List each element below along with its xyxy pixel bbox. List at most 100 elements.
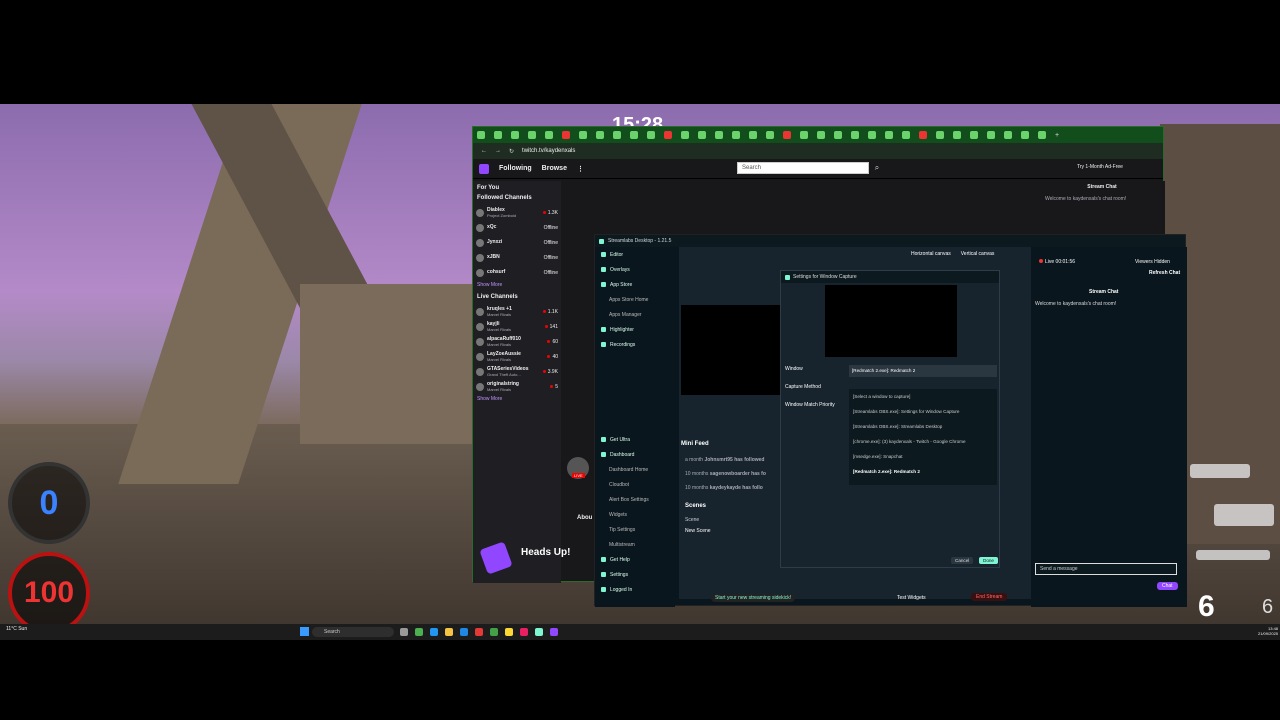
tab-favicon-icon[interactable] bbox=[545, 131, 553, 139]
nav-item[interactable]: Alert Box Settings bbox=[595, 492, 675, 507]
twitch-logo-icon[interactable] bbox=[479, 163, 489, 174]
tab-favicon-icon[interactable] bbox=[800, 131, 808, 139]
tab-favicon-icon[interactable] bbox=[987, 131, 995, 139]
nav-browse[interactable]: Browse bbox=[542, 165, 567, 172]
app-icon[interactable] bbox=[505, 628, 513, 636]
app-icon[interactable] bbox=[520, 628, 528, 636]
tab-favicon-icon[interactable] bbox=[613, 131, 621, 139]
channel-item[interactable]: GTASeriesVideos Grand Theft Auto... 3.9K bbox=[473, 364, 561, 379]
system-clock[interactable]: 13:48 21/09/2025 bbox=[1258, 626, 1278, 636]
end-stream-button[interactable]: End Stream bbox=[971, 593, 1008, 601]
tab-favicon-icon[interactable] bbox=[834, 131, 842, 139]
tab-favicon-icon[interactable] bbox=[477, 131, 485, 139]
taskview-icon[interactable] bbox=[400, 628, 408, 636]
tab-favicon-icon[interactable] bbox=[562, 131, 570, 139]
nav-item[interactable]: Get Help bbox=[595, 552, 675, 567]
nav-item[interactable]: Apps Store Home bbox=[595, 292, 675, 307]
app-icon[interactable] bbox=[475, 628, 483, 636]
streamlabs-icon[interactable] bbox=[535, 628, 543, 636]
done-button[interactable]: Done bbox=[979, 557, 998, 564]
chat-send-button[interactable]: Chat bbox=[1157, 582, 1178, 590]
nav-following[interactable]: Following bbox=[499, 165, 532, 172]
dropdown-option[interactable]: [Streamlabs OBS.exe]: Settings for Windo… bbox=[849, 404, 997, 419]
tab-favicon-icon[interactable] bbox=[596, 131, 604, 139]
nav-item[interactable]: Editor bbox=[595, 247, 675, 262]
explorer-icon[interactable] bbox=[445, 628, 453, 636]
viewers-hidden[interactable]: Viewers Hidden bbox=[1135, 259, 1170, 265]
channel-item[interactable]: kayjli Marvel Rivals 141 bbox=[473, 319, 561, 334]
nav-item[interactable]: Apps Manager bbox=[595, 307, 675, 322]
tab-favicon-icon[interactable] bbox=[579, 131, 587, 139]
sidekick-pill[interactable]: Start your new streaming sidekick! bbox=[711, 594, 796, 602]
tab-favicon-icon[interactable] bbox=[630, 131, 638, 139]
tab-favicon-icon[interactable] bbox=[715, 131, 723, 139]
new-tab-icon[interactable]: + bbox=[1055, 132, 1059, 139]
tab-favicon-icon[interactable] bbox=[783, 131, 791, 139]
tab-favicon-icon[interactable] bbox=[647, 131, 655, 139]
refresh-chat-button[interactable]: Refresh Chat bbox=[1149, 270, 1180, 276]
nav-item[interactable]: Tip Settings bbox=[595, 522, 675, 537]
tab-favicon-icon[interactable] bbox=[732, 131, 740, 139]
tab-favicon-icon[interactable] bbox=[902, 131, 910, 139]
channel-item[interactable]: alpacaRuff010 Marvel Rivals 60 bbox=[473, 334, 561, 349]
channel-item[interactable]: xJBN Offline bbox=[473, 250, 561, 265]
nav-item[interactable]: Settings bbox=[595, 567, 675, 582]
tab-favicon-icon[interactable] bbox=[970, 131, 978, 139]
tab-favicon-icon[interactable] bbox=[817, 131, 825, 139]
start-icon[interactable] bbox=[300, 627, 309, 636]
dropdown-option[interactable]: [msedge.exe]: Snapchat bbox=[849, 449, 997, 464]
nav-item[interactable]: Recordings bbox=[595, 337, 675, 352]
nav-item[interactable]: Multistream bbox=[595, 537, 675, 552]
tab-favicon-icon[interactable] bbox=[494, 131, 502, 139]
tab-favicon-icon[interactable] bbox=[1004, 131, 1012, 139]
tab-favicon-icon[interactable] bbox=[851, 131, 859, 139]
reload-icon[interactable]: ↻ bbox=[509, 148, 514, 155]
tab-favicon-icon[interactable] bbox=[664, 131, 672, 139]
app-icon[interactable] bbox=[490, 628, 498, 636]
cancel-button[interactable]: Cancel bbox=[951, 557, 974, 564]
channel-item[interactable]: cohsurf Offline bbox=[473, 265, 561, 280]
tab-favicon-icon[interactable] bbox=[698, 131, 706, 139]
tab-favicon-icon[interactable] bbox=[511, 131, 519, 139]
nav-item[interactable]: Dashboard Home bbox=[595, 462, 675, 477]
nav-item[interactable]: Highlighter bbox=[595, 322, 675, 337]
more-icon[interactable]: ⋮ bbox=[577, 165, 584, 173]
chrome-icon[interactable] bbox=[415, 628, 423, 636]
horizontal-canvas-button[interactable]: Horizontal canvas bbox=[911, 251, 951, 257]
tab-favicon-icon[interactable] bbox=[749, 131, 757, 139]
ad-free-button[interactable]: Try 1-Month Ad-Free bbox=[1077, 164, 1123, 170]
weather-widget[interactable]: 11°C Sun bbox=[6, 626, 27, 632]
channel-item[interactable]: LayZoeAussie Marvel Rivals 40 bbox=[473, 349, 561, 364]
dropdown-option[interactable]: [Streamlabs OBS.exe]: Streamlabs Desktop bbox=[849, 419, 997, 434]
vertical-canvas-button[interactable]: Vertical canvas bbox=[961, 251, 995, 257]
back-icon[interactable]: ← bbox=[481, 148, 487, 154]
show-more-link[interactable]: Show More bbox=[473, 394, 561, 404]
channel-item[interactable]: Jynxzi Offline bbox=[473, 235, 561, 250]
channel-item[interactable]: xQc Offline bbox=[473, 220, 561, 235]
url-text[interactable]: twitch.tv/kaydenxals bbox=[522, 148, 575, 154]
tab-favicon-icon[interactable] bbox=[1038, 131, 1046, 139]
nav-item[interactable]: Get Ultra bbox=[595, 432, 675, 447]
nav-item[interactable]: Widgets bbox=[595, 507, 675, 522]
tab-favicon-icon[interactable] bbox=[919, 131, 927, 139]
test-widgets-button[interactable]: Test Widgets bbox=[897, 595, 926, 601]
channel-item[interactable]: Diablex Project Zomboid 1.3K bbox=[473, 205, 561, 220]
app-icon[interactable] bbox=[430, 628, 438, 636]
search-icon[interactable]: ⌕ bbox=[871, 162, 883, 174]
channel-item[interactable]: originalstring Marvel Rivals 5 bbox=[473, 379, 561, 394]
dropdown-option[interactable]: [chrome.exe]: (3) kaydenxals - Twitch - … bbox=[849, 434, 997, 449]
app-icon[interactable] bbox=[460, 628, 468, 636]
nav-item[interactable]: Overlays bbox=[595, 262, 675, 277]
tab-favicon-icon[interactable] bbox=[953, 131, 961, 139]
forward-icon[interactable]: → bbox=[495, 148, 501, 154]
tab-favicon-icon[interactable] bbox=[1021, 131, 1029, 139]
search-input[interactable]: Search bbox=[737, 162, 869, 174]
window-select[interactable]: [Redmatch 2.exe]: Redmatch 2 bbox=[849, 365, 997, 377]
taskbar-search[interactable]: Search bbox=[312, 627, 394, 637]
twitch-icon[interactable] bbox=[550, 628, 558, 636]
nav-item[interactable]: Cloudbot bbox=[595, 477, 675, 492]
dropdown-option[interactable]: [Select a window to capture] bbox=[849, 389, 997, 404]
tab-favicon-icon[interactable] bbox=[868, 131, 876, 139]
nav-item[interactable]: Dashboard bbox=[595, 447, 675, 462]
tab-favicon-icon[interactable] bbox=[936, 131, 944, 139]
